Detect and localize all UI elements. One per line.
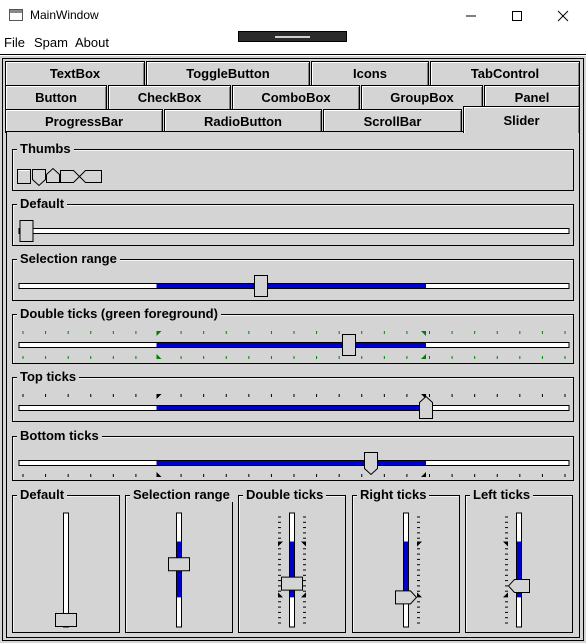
group-double-ticks: Double ticks (green foreground) xyxy=(12,306,575,364)
selection-end-marker xyxy=(301,592,306,598)
tab-button[interactable]: Button xyxy=(5,85,107,109)
slider-thumb xyxy=(254,275,268,297)
group-v-selection-range: Selection range xyxy=(125,487,234,633)
group-thumbs-label: Thumbs xyxy=(17,141,74,156)
title-bar: MainWindow xyxy=(0,0,586,31)
slider-bottom-ticks[interactable] xyxy=(13,437,575,481)
maximize-button[interactable] xyxy=(494,0,540,31)
slider-selection xyxy=(156,406,426,410)
slider-v-default[interactable] xyxy=(13,496,121,632)
slider-v-left-ticks[interactable] xyxy=(466,496,574,632)
group-v-default: Default xyxy=(12,487,121,633)
tab-combobox[interactable]: ComboBox xyxy=(232,85,360,109)
slider-double-ticks[interactable] xyxy=(13,315,575,363)
thumb-down-icon xyxy=(32,169,46,187)
menu-bar-widget xyxy=(238,31,347,42)
slider-thumb xyxy=(507,578,530,593)
group-default: Default xyxy=(12,196,575,246)
group-bottom-ticks: Bottom ticks xyxy=(12,428,575,481)
slider-thumb xyxy=(364,452,378,476)
menu-spam[interactable]: Spam xyxy=(34,35,68,50)
selection-end-marker xyxy=(503,541,508,547)
slider-selection-range[interactable] xyxy=(13,260,575,300)
selection-end-marker xyxy=(417,592,422,598)
tab-checkbox[interactable]: CheckBox xyxy=(108,85,231,109)
slider-selection xyxy=(156,343,426,347)
selection-end-marker xyxy=(301,541,306,547)
group-thumbs: Thumbs xyxy=(12,141,574,191)
window-title: MainWindow xyxy=(30,8,99,22)
slider-top-ticks[interactable] xyxy=(13,378,575,422)
thumb-left-icon xyxy=(78,170,102,183)
tab-slider[interactable]: Slider xyxy=(463,106,580,133)
selection-end-marker xyxy=(421,354,426,359)
slider-v-right-ticks[interactable] xyxy=(353,496,461,632)
slider-default[interactable] xyxy=(13,205,575,245)
menu-file[interactable]: File xyxy=(4,35,25,50)
slider-v-double-ticks[interactable] xyxy=(239,496,347,632)
thumb-shapes xyxy=(17,167,102,187)
group-top-ticks: Top ticks xyxy=(12,369,575,422)
maximize-icon xyxy=(512,10,522,21)
slider-thumb xyxy=(168,557,190,572)
app-window-icon xyxy=(9,9,23,21)
group-v-right-ticks: Right ticks xyxy=(352,487,461,633)
selection-end-marker xyxy=(421,331,426,336)
slider-track xyxy=(63,512,69,628)
slider-thumb xyxy=(19,220,34,242)
slider-v-selection-range[interactable] xyxy=(126,496,234,632)
tab-togglebutton[interactable]: ToggleButton xyxy=(146,61,310,85)
tab-icons[interactable]: Icons xyxy=(311,61,429,85)
thumb-up-icon xyxy=(46,167,60,183)
slider-selection xyxy=(404,541,408,598)
close-icon xyxy=(557,10,569,21)
tab-tabcontrol[interactable]: TabControl xyxy=(430,61,580,85)
slider-selection xyxy=(156,461,426,465)
slider-thumb xyxy=(395,590,418,605)
tab-radiobutton[interactable]: RadioButton xyxy=(164,109,322,133)
menu-about[interactable]: About xyxy=(75,35,109,50)
group-selection-range: Selection range xyxy=(12,251,575,301)
selection-end-marker xyxy=(156,394,162,399)
selection-end-marker xyxy=(156,331,162,336)
selection-end-marker xyxy=(421,472,426,477)
group-v-left-ticks: Left ticks xyxy=(465,487,574,633)
slider-selection xyxy=(156,284,426,288)
slider-thumb xyxy=(281,576,303,591)
selection-end-marker xyxy=(417,541,422,547)
close-button[interactable] xyxy=(540,0,586,31)
thumb-right-icon xyxy=(60,170,81,183)
slider-track xyxy=(18,228,570,234)
tab-textbox[interactable]: TextBox xyxy=(5,61,145,85)
selection-end-marker xyxy=(156,472,162,477)
selection-end-marker xyxy=(503,592,508,598)
tab-progressbar[interactable]: ProgressBar xyxy=(5,109,163,133)
slider-thumb xyxy=(342,334,356,356)
minimize-icon xyxy=(466,15,476,16)
slider-thumb xyxy=(55,613,77,627)
slider-thumb xyxy=(419,395,433,419)
selection-end-marker xyxy=(278,592,283,598)
minimize-button[interactable] xyxy=(448,0,494,31)
tab-scrollbar[interactable]: ScrollBar xyxy=(323,109,462,133)
selection-end-marker xyxy=(278,541,283,547)
group-v-double-ticks: Double ticks xyxy=(238,487,347,633)
selection-end-marker xyxy=(156,354,162,359)
